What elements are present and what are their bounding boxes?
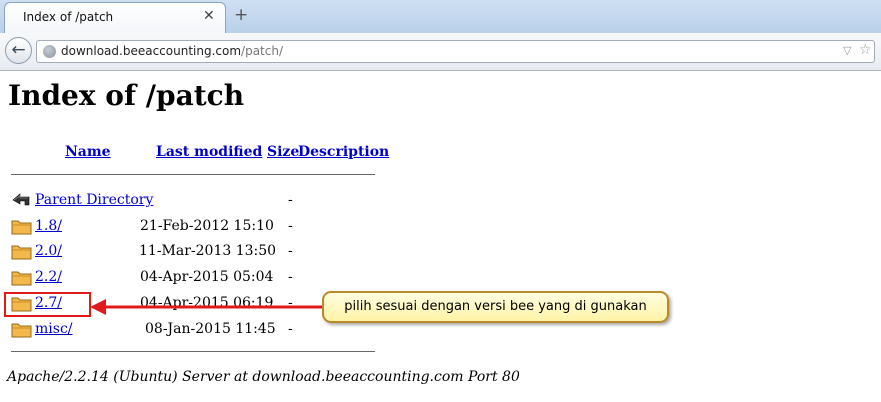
annotation-arrow-icon — [90, 299, 322, 315]
annotation-callout: pilih sesuai dengan versi bee yang di gu… — [322, 291, 669, 323]
